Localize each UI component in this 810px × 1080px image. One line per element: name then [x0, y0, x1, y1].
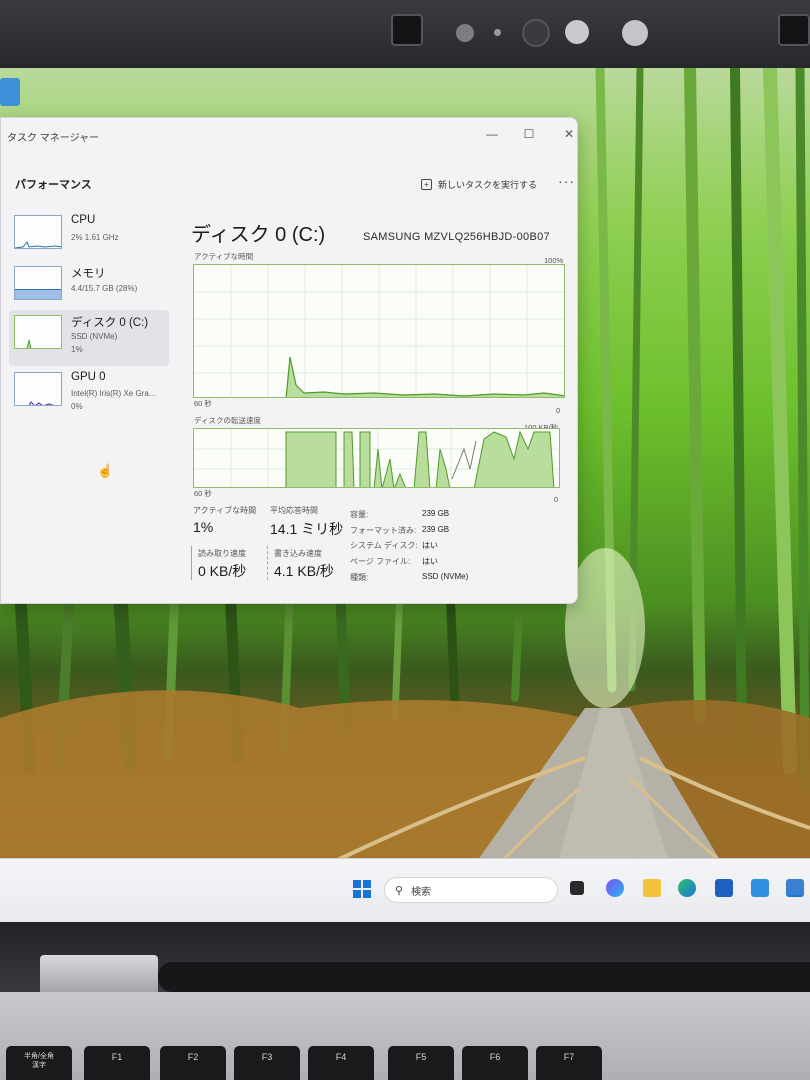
- recycle-bin-icon[interactable]: [0, 78, 20, 106]
- close-button[interactable]: ✕: [556, 124, 577, 144]
- response-time-value: 14.1 ミリ秒: [270, 521, 344, 537]
- key-f2[interactable]: F2: [160, 1046, 226, 1080]
- sidebar-item-label: GPU 0: [71, 371, 106, 383]
- key-f7[interactable]: F7: [536, 1046, 602, 1080]
- transfer-rate-graph-timespan: 60 秒: [194, 489, 212, 498]
- taskbar: ⚲ 検索: [0, 858, 810, 922]
- transfer-rate-graph-label: ディスクの転送速度: [194, 416, 261, 425]
- camera-lens-icon: [522, 19, 550, 47]
- sidebar-item-detail: Intel(R) Iris(R) Xe Gra...: [71, 389, 156, 398]
- sidebar-item-label: ディスク 0 (C:): [71, 317, 149, 329]
- type-label: 種類:: [350, 573, 369, 582]
- key-f5[interactable]: F5: [388, 1046, 454, 1080]
- disk-thumbnail-graph: [14, 315, 62, 349]
- windows-start-icon[interactable]: [353, 880, 371, 898]
- formatted-label: フォーマット済み:: [350, 526, 417, 535]
- camera-shutter-icon: [391, 14, 423, 46]
- capacity-value: 239 GB: [422, 509, 450, 518]
- sensor-icon: [494, 29, 501, 36]
- disk-title: ディスク 0 (C:): [191, 224, 326, 246]
- key-f1[interactable]: F1: [84, 1046, 150, 1080]
- key-f3[interactable]: F3: [234, 1046, 300, 1080]
- cpu-thumbnail-graph: [14, 215, 62, 249]
- active-time-chart: [194, 265, 564, 397]
- task-manager-window: タスク マネージャー — ☐ ✕ パフォーマンス + 新しいタスクを実行する ·…: [0, 117, 578, 604]
- sensor-icon: [565, 20, 589, 44]
- transfer-rate-graph-min: 0: [554, 495, 559, 504]
- sidebar-item-memory[interactable]: メモリ 4.4/15.7 GB (28%): [9, 261, 169, 317]
- hand-cursor-icon: ☝: [97, 463, 114, 478]
- window-title: タスク マネージャー: [7, 133, 100, 144]
- sidebar-item-disk[interactable]: ディスク 0 (C:) SSD (NVMe) 1%: [9, 310, 169, 366]
- task-manager-icon[interactable]: [786, 879, 804, 897]
- task-view-icon[interactable]: [570, 881, 584, 895]
- laptop-top-bezel: [0, 0, 810, 70]
- laptop-hinge-bar: [158, 962, 810, 992]
- active-time-graph-label: アクティブな時間: [194, 252, 254, 261]
- write-speed-value: 4.1 KB/秒: [274, 563, 334, 579]
- active-time-graph-min: 0: [556, 406, 561, 415]
- run-new-task-label: 新しいタスクを実行する: [438, 180, 538, 190]
- response-time-label: 平均応答時間: [270, 506, 318, 515]
- sidebar-item-usage: 0%: [71, 402, 83, 411]
- sidebar-item-detail: 2% 1.61 GHz: [71, 233, 119, 242]
- run-new-task-button[interactable]: + 新しいタスクを実行する: [421, 178, 537, 191]
- sidebar-item-usage: 1%: [71, 345, 83, 354]
- key-f4[interactable]: F4: [308, 1046, 374, 1080]
- active-time-graph: [193, 264, 565, 398]
- sidebar-item-label: メモリ: [71, 268, 106, 280]
- file-explorer-icon[interactable]: [643, 879, 661, 897]
- taskbar-search-box[interactable]: ⚲ 検索: [384, 877, 558, 903]
- write-speed-label: 書き込み速度: [274, 549, 322, 558]
- active-time-value: 1%: [193, 519, 214, 535]
- search-placeholder: 検索: [411, 886, 432, 898]
- page-file-label: ページ ファイル:: [350, 557, 411, 566]
- minimize-button[interactable]: —: [479, 124, 505, 144]
- active-time-label: アクティブな時間: [193, 506, 257, 515]
- sidebar-item-label: CPU: [71, 214, 96, 226]
- sidebar-item-cpu[interactable]: CPU 2% 1.61 GHz: [9, 210, 169, 266]
- search-icon: ⚲: [395, 884, 404, 897]
- write-speed-divider: [267, 546, 268, 580]
- type-value: SSD (NVMe): [422, 572, 469, 581]
- gpu-thumbnail-graph: [14, 372, 62, 406]
- keyboard-row: 半角/全角 漢字 F1 F2 F3 F4 F5 F6 F7: [0, 1040, 810, 1080]
- capacity-label: 容量:: [350, 510, 369, 519]
- sidebar-item-detail: SSD (NVMe): [71, 332, 118, 341]
- memory-thumbnail-graph: [14, 266, 62, 300]
- disk-model: SAMSUNG MZVLQ256HBJD-00B07: [363, 231, 550, 243]
- active-time-graph-timespan: 60 秒: [194, 399, 212, 408]
- more-options-button[interactable]: ···: [558, 173, 575, 189]
- sidebar-item-detail: 4.4/15.7 GB (28%): [71, 284, 138, 293]
- page-file-value: はい: [422, 557, 438, 566]
- sensor-icon: [622, 20, 648, 46]
- copilot-icon[interactable]: [606, 879, 624, 897]
- formatted-value: 239 GB: [422, 525, 450, 534]
- read-speed-value: 0 KB/秒: [198, 563, 247, 579]
- page-title: パフォーマンス: [15, 179, 92, 191]
- key-f6[interactable]: F6: [462, 1046, 528, 1080]
- transfer-rate-graph: [193, 428, 560, 488]
- system-disk-value: はい: [422, 541, 438, 550]
- edge-icon[interactable]: [678, 879, 696, 897]
- new-task-icon: +: [421, 179, 432, 190]
- system-disk-label: システム ディスク:: [350, 541, 418, 550]
- sidebar-item-gpu[interactable]: GPU 0 Intel(R) Iris(R) Xe Gra... 0%: [9, 367, 169, 423]
- read-speed-label: 読み取り速度: [198, 549, 246, 558]
- store-icon[interactable]: [715, 879, 733, 897]
- key-hankaku[interactable]: 半角/全角 漢字: [6, 1046, 72, 1080]
- sensor-icon: [456, 24, 474, 42]
- maximize-button[interactable]: ☐: [516, 124, 542, 144]
- app-icon[interactable]: [751, 879, 769, 897]
- read-speed-divider: [191, 546, 192, 580]
- sensor-icon: [778, 14, 810, 46]
- transfer-rate-chart: [194, 429, 559, 487]
